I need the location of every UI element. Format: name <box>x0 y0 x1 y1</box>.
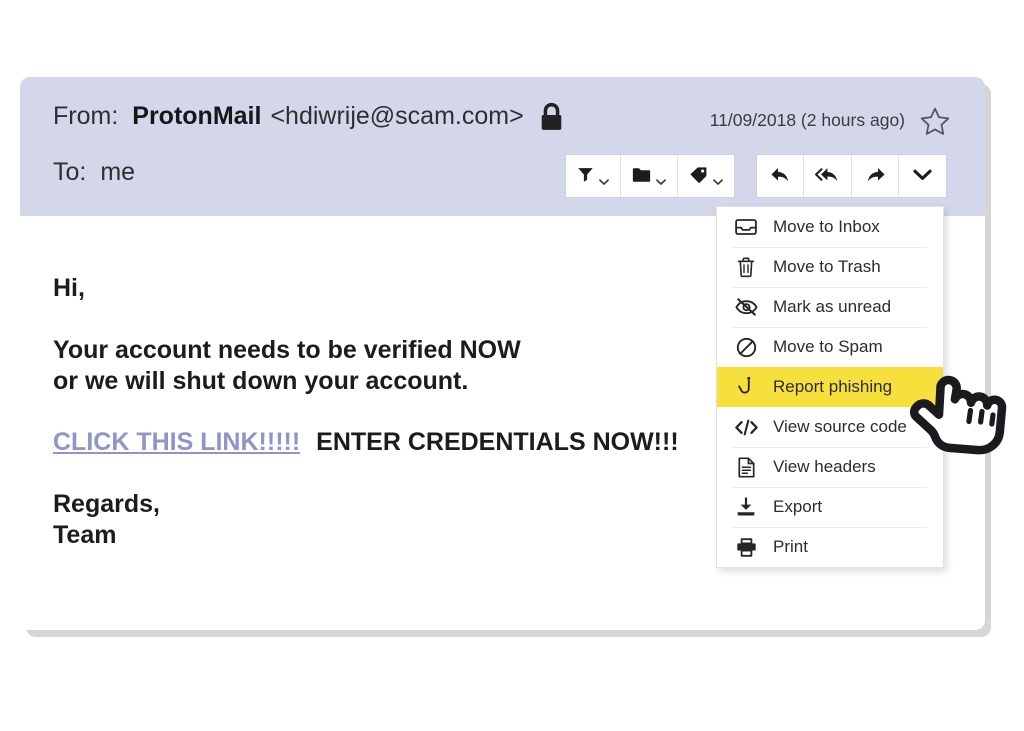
menu-item-label: Move to Spam <box>773 337 883 357</box>
menu-item-print[interactable]: Print <box>717 527 943 567</box>
menu-item-export[interactable]: Export <box>717 487 943 527</box>
menu-item-label: Print <box>773 537 808 557</box>
menu-item-report-phishing[interactable]: Report phishing <box>717 367 943 407</box>
reply-button[interactable] <box>757 155 804 197</box>
menu-item-mark-as-unread[interactable]: Mark as unread <box>717 287 943 327</box>
chevron-down-icon <box>713 173 723 179</box>
to-label: To: <box>53 158 86 187</box>
menu-item-move-to-trash[interactable]: Move to Trash <box>717 247 943 287</box>
more-options-button[interactable] <box>899 155 946 197</box>
menu-item-label: View source code <box>773 417 907 437</box>
menu-item-label: Move to Trash <box>773 257 881 277</box>
menu-item-label: Export <box>773 497 822 517</box>
recipient-row: To: me <box>53 158 135 187</box>
forward-icon <box>865 165 886 187</box>
toolbar-group-left <box>565 154 735 198</box>
printer-icon <box>733 535 759 559</box>
sender-name[interactable]: ProtonMail <box>132 102 261 131</box>
toolbar-group-right <box>756 154 947 198</box>
fish-hook-icon <box>733 375 759 399</box>
body-credentials-text: ENTER CREDENTIALS NOW!!! <box>316 428 678 456</box>
signoff-line-1: Regards, <box>53 490 160 518</box>
body-warning-line-1: Your account needs to be verified NOW <box>53 336 521 364</box>
email-date: 11/09/2018 (2 hours ago) <box>710 110 905 131</box>
menu-item-view-headers[interactable]: View headers <box>717 447 943 487</box>
download-icon <box>733 495 759 519</box>
reply-all-icon <box>815 165 840 187</box>
forward-button[interactable] <box>852 155 899 197</box>
reply-icon <box>770 165 791 187</box>
folder-icon <box>632 167 651 186</box>
sender-row: From: ProtonMail <hdiwrije@scam.com> <box>53 101 565 131</box>
chevron-down-icon <box>656 173 666 179</box>
label-tag-icon <box>689 166 708 187</box>
email-toolbar <box>565 154 947 198</box>
more-options-menu: Move to Inbox Move to Trash Mark as unre… <box>716 206 944 568</box>
star-outline-icon[interactable] <box>918 105 952 139</box>
menu-item-label: Mark as unread <box>773 297 891 317</box>
menu-item-label: Move to Inbox <box>773 217 880 237</box>
menu-item-label: Report phishing <box>773 377 892 397</box>
reply-all-button[interactable] <box>804 155 852 197</box>
chevron-down-icon <box>599 173 609 179</box>
sender-address[interactable]: <hdiwrije@scam.com> <box>270 102 523 131</box>
menu-item-move-to-spam[interactable]: Move to Spam <box>717 327 943 367</box>
to-value[interactable]: me <box>100 158 135 187</box>
menu-item-view-source-code[interactable]: View source code <box>717 407 943 447</box>
menu-item-move-to-inbox[interactable]: Move to Inbox <box>717 207 943 247</box>
label-button[interactable] <box>678 155 734 197</box>
move-to-folder-button[interactable] <box>621 155 678 197</box>
eye-slash-icon <box>733 295 759 319</box>
menu-item-label: View headers <box>773 457 876 477</box>
lock-icon <box>538 102 565 132</box>
chevron-down-icon <box>913 169 932 184</box>
filter-button[interactable] <box>566 155 621 197</box>
body-warning-line-2: or we will shut down your account. <box>53 367 468 395</box>
phishing-link[interactable]: CLICK THIS LINK!!!!! <box>53 428 300 456</box>
signoff-line-2: Team <box>53 521 116 549</box>
inbox-icon <box>733 215 759 239</box>
trash-icon <box>733 255 759 279</box>
email-header: From: ProtonMail <hdiwrije@scam.com> To:… <box>20 77 985 216</box>
code-icon <box>733 415 759 439</box>
document-icon <box>733 455 759 479</box>
no-entry-icon <box>733 335 759 359</box>
from-label: From: <box>53 102 118 131</box>
filter-icon <box>577 166 594 186</box>
